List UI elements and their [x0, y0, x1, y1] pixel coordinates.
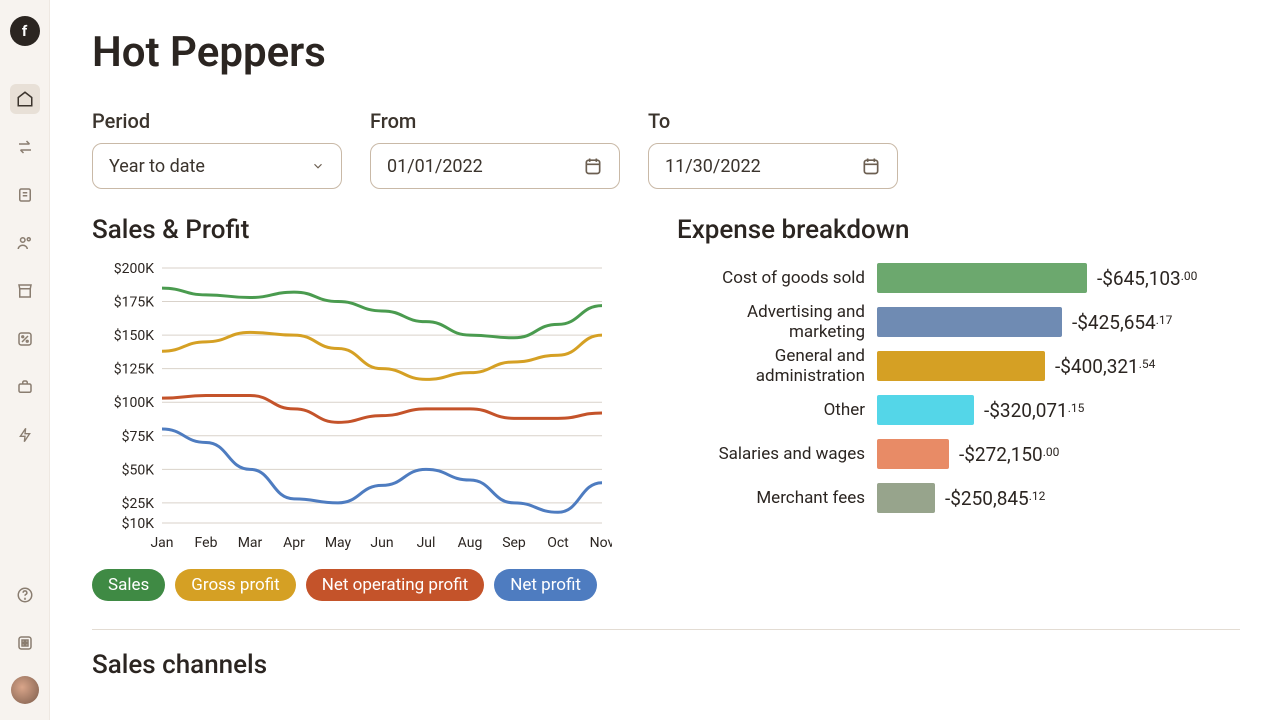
chevron-down-icon — [311, 159, 325, 173]
from-label: From — [370, 109, 620, 133]
nav-transfers-icon[interactable] — [10, 132, 40, 162]
svg-text:Jan: Jan — [150, 535, 173, 551]
svg-text:$125K: $125K — [114, 361, 154, 378]
chart-legend: Sales Gross profit Net operating profit … — [92, 569, 657, 601]
sales-profit-chart: $200K $175K $150K $125K $100K $75K $50K $25K $10… — [92, 263, 612, 553]
expense-row: Advertising and marketing-$425,654.17 — [677, 307, 1240, 337]
svg-text:Jun: Jun — [370, 535, 393, 551]
expense-bar — [877, 263, 1087, 293]
legend-net-operating-profit[interactable]: Net operating profit — [306, 569, 485, 601]
calendar-icon — [583, 156, 603, 176]
nav-home-icon[interactable] — [10, 84, 40, 114]
sidebar: f — [0, 0, 50, 720]
expense-value: -$250,845.12 — [945, 487, 1045, 510]
legend-sales[interactable]: Sales — [92, 569, 165, 601]
nav-grid-icon[interactable] — [10, 628, 40, 658]
svg-text:Aug: Aug — [458, 535, 483, 551]
to-label: To — [648, 109, 898, 133]
nav-store-icon[interactable] — [10, 276, 40, 306]
legend-net-profit[interactable]: Net profit — [494, 569, 597, 601]
legend-gross-profit[interactable]: Gross profit — [175, 569, 295, 601]
svg-text:Feb: Feb — [195, 535, 218, 551]
avatar[interactable] — [11, 676, 39, 704]
nav-help-icon[interactable] — [10, 580, 40, 610]
page-title: Hot Peppers — [92, 28, 1240, 77]
svg-text:$75K: $75K — [122, 428, 155, 445]
svg-text:$10K: $10K — [122, 515, 155, 532]
nav-briefcase-icon[interactable] — [10, 372, 40, 402]
svg-text:$50K: $50K — [122, 461, 155, 478]
svg-text:Sep: Sep — [502, 535, 526, 551]
svg-text:$150K: $150K — [114, 327, 154, 344]
expense-bar — [877, 483, 935, 513]
svg-text:Nov: Nov — [590, 535, 612, 551]
svg-text:Oct: Oct — [547, 535, 569, 551]
period-label: Period — [92, 109, 342, 133]
section-divider — [92, 629, 1240, 630]
expense-label: Other — [677, 400, 877, 420]
svg-text:Jul: Jul — [417, 535, 436, 551]
svg-text:Apr: Apr — [283, 535, 305, 551]
expense-value: -$272,150.00 — [959, 443, 1059, 466]
svg-text:Mar: Mar — [238, 535, 263, 551]
sales-profit-title: Sales & Profit — [92, 215, 657, 245]
app-logo[interactable]: f — [10, 16, 40, 46]
svg-text:$200K: $200K — [114, 263, 154, 277]
filter-bar: Period Year to date From 01/01/2022 To 1… — [92, 109, 1240, 189]
expense-label: Advertising and marketing — [677, 302, 877, 342]
expense-value: -$425,654.17 — [1072, 311, 1172, 334]
svg-text:$25K: $25K — [122, 495, 155, 512]
expense-value: -$400,321.54 — [1055, 355, 1155, 378]
expense-value: -$320,071.15 — [984, 399, 1084, 422]
svg-text:$175K: $175K — [114, 294, 154, 311]
expense-row: Other -$320,071.15 — [677, 395, 1240, 425]
expense-breakdown-title: Expense breakdown — [677, 215, 1240, 245]
nav-reports-icon[interactable] — [10, 180, 40, 210]
nav-people-icon[interactable] — [10, 228, 40, 258]
svg-text:$100K: $100K — [114, 394, 154, 411]
expense-row: Cost of goods sold -$645,103.00 — [677, 263, 1240, 293]
svg-text:May: May — [325, 535, 352, 551]
expense-label: Merchant fees — [677, 488, 877, 508]
expense-value: -$645,103.00 — [1097, 267, 1197, 290]
nav-percent-icon[interactable] — [10, 324, 40, 354]
from-date-input[interactable]: 01/01/2022 — [370, 143, 620, 189]
expense-breakdown-chart: Cost of goods sold -$645,103.00 Advertisin… — [677, 263, 1240, 513]
calendar-icon — [861, 156, 881, 176]
expense-row: Merchant fees -$250,845.12 — [677, 483, 1240, 513]
expense-bar — [877, 351, 1045, 381]
nav-bolt-icon[interactable] — [10, 420, 40, 450]
expense-row: General and administration-$400,321.54 — [677, 351, 1240, 381]
period-value: Year to date — [109, 156, 205, 177]
expense-label: General and administration — [677, 346, 877, 386]
expense-bar — [877, 439, 949, 469]
period-select[interactable]: Year to date — [92, 143, 342, 189]
main-content: Hot Peppers Period Year to date From 01/… — [50, 0, 1280, 720]
to-date-input[interactable]: 11/30/2022 — [648, 143, 898, 189]
expense-label: Salaries and wages — [677, 444, 877, 464]
from-date-value: 01/01/2022 — [387, 156, 483, 177]
sales-channels-title: Sales channels — [92, 650, 1240, 680]
to-date-value: 11/30/2022 — [665, 156, 761, 177]
expense-bar — [877, 395, 974, 425]
expense-bar — [877, 307, 1062, 337]
expense-row: Salaries and wages -$272,150.00 — [677, 439, 1240, 469]
expense-label: Cost of goods sold — [677, 268, 877, 288]
